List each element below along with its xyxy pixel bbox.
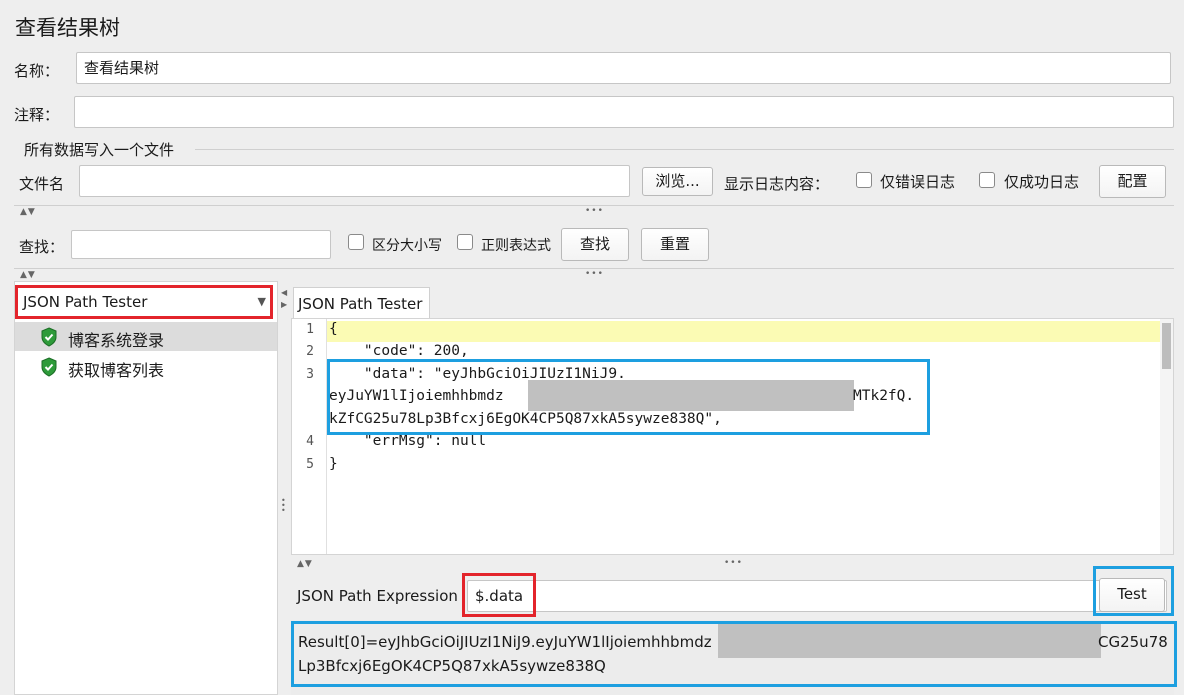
vertical-splitter-grip[interactable]: • • • bbox=[281, 497, 287, 515]
code-editor[interactable]: 1 2 3 4 5 { "code": 200, "data": "eyJhbG… bbox=[291, 318, 1174, 555]
tab-label: JSON Path Tester bbox=[298, 295, 423, 313]
line-number: 3 bbox=[306, 367, 314, 382]
tree-item-label: 博客系统登录 bbox=[68, 331, 165, 350]
browse-button[interactable]: 浏览... bbox=[642, 167, 713, 196]
search-label: 查找： bbox=[19, 238, 65, 256]
find-button[interactable]: 查找 bbox=[561, 228, 629, 261]
splitter-grip-2[interactable]: ••• bbox=[585, 269, 604, 279]
case-sensitive-checkbox[interactable] bbox=[348, 234, 364, 250]
success-only-checkbox[interactable] bbox=[979, 172, 995, 188]
chevron-down-icon[interactable]: ▼ bbox=[258, 295, 266, 308]
errors-only-label: 仅错误日志 bbox=[880, 173, 956, 191]
file-section-title: 所有数据写入一个文件 bbox=[24, 141, 175, 159]
tab-json-path-tester[interactable]: JSON Path Tester bbox=[293, 287, 430, 319]
code-line: "errMsg": null bbox=[329, 433, 487, 449]
code-line: { bbox=[329, 321, 338, 337]
renderer-select[interactable]: JSON Path Tester ▼ bbox=[18, 287, 270, 317]
code-line: "code": 200, bbox=[329, 343, 469, 359]
comment-field[interactable] bbox=[74, 96, 1174, 128]
redacted-area bbox=[528, 380, 854, 411]
config-button[interactable]: 配置 bbox=[1099, 165, 1166, 198]
code-line: kZfCG25u78Lp3Bfcxj6EgOK4CP5Q87xkA5sywze8… bbox=[329, 411, 722, 427]
search-input[interactable] bbox=[71, 230, 331, 259]
vertical-splitter-arrows[interactable]: ◀ ▶ bbox=[281, 287, 288, 311]
reset-button[interactable]: 重置 bbox=[641, 228, 709, 261]
tree-item-label: 获取博客列表 bbox=[68, 361, 165, 380]
code-line: MTk2fQ. bbox=[853, 388, 915, 404]
test-button[interactable]: Test bbox=[1099, 578, 1165, 612]
filename-label: 文件名 bbox=[19, 175, 65, 193]
expr-label: JSON Path Expression bbox=[297, 587, 458, 605]
gutter-divider bbox=[326, 319, 327, 554]
comment-label: 注释： bbox=[14, 106, 60, 124]
code-line: eyJuYW1lIjoiemhhbmdz bbox=[329, 388, 504, 404]
success-shield-icon bbox=[41, 327, 57, 347]
page-title: 查看结果树 bbox=[15, 16, 120, 40]
result-line: Lp3Bfcxj6EgOK4CP5Q87xkA5sywze838Q bbox=[298, 657, 606, 675]
name-label: 名称： bbox=[14, 62, 60, 80]
line-number: 5 bbox=[306, 457, 314, 472]
renderer-select-value: JSON Path Tester bbox=[23, 293, 148, 311]
file-section-line bbox=[195, 149, 1174, 150]
result-line: CG25u78 bbox=[1098, 633, 1168, 651]
filename-field[interactable] bbox=[79, 165, 630, 197]
success-only-label: 仅成功日志 bbox=[1004, 173, 1080, 191]
result-line: Result[0]=eyJhbGciOiJIUzI1NiJ9.eyJuYW1lI… bbox=[298, 633, 712, 651]
line-number: 1 bbox=[306, 322, 314, 337]
errors-only-checkbox[interactable] bbox=[856, 172, 872, 188]
regex-checkbox[interactable] bbox=[457, 234, 473, 250]
result-area[interactable]: Result[0]=eyJhbGciOiJIUzI1NiJ9.eyJuYW1lI… bbox=[291, 620, 1174, 695]
editor-splitter-arrows[interactable]: ▲▼ bbox=[297, 559, 313, 569]
current-line-highlight bbox=[327, 321, 1161, 342]
redacted-area bbox=[718, 624, 1101, 658]
name-field[interactable]: 查看结果树 bbox=[76, 52, 1171, 84]
line-number: 4 bbox=[306, 434, 314, 449]
regex-label: 正则表达式 bbox=[481, 238, 551, 254]
splitter-arrows-2[interactable]: ▲▼ bbox=[20, 270, 36, 280]
code-line: } bbox=[329, 456, 338, 472]
editor-splitter-grip[interactable]: ••• bbox=[724, 558, 743, 568]
success-shield-icon bbox=[41, 357, 57, 377]
scrollbar-thumb[interactable] bbox=[1162, 323, 1171, 369]
log-content-label: 显示日志内容： bbox=[724, 175, 830, 193]
line-number: 2 bbox=[306, 344, 314, 359]
case-sensitive-label: 区分大小写 bbox=[372, 238, 442, 254]
splitter-grip-1[interactable]: ••• bbox=[585, 206, 604, 216]
splitter-arrows-1[interactable]: ▲▼ bbox=[20, 207, 36, 217]
expr-input[interactable]: $.data bbox=[467, 580, 1167, 612]
